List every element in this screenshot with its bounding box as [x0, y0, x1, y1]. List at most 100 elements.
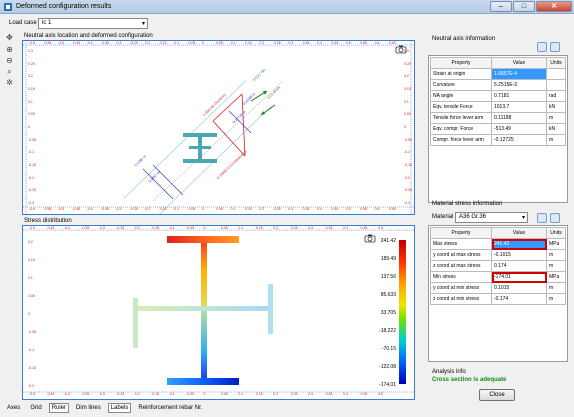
ruler-tick-label-h: -0.15	[158, 207, 167, 211]
view-option-1[interactable]: Grid	[27, 403, 44, 413]
copy-icon[interactable]	[537, 42, 547, 52]
cell-property: z coord at min stress	[430, 293, 492, 305]
table-row[interactable]: y coord at min stress 0.1015 m	[430, 282, 566, 294]
ruler-tick-label-h: 0.5	[345, 207, 351, 211]
ruler-tick-label-v: 0.15	[28, 87, 35, 91]
table-row[interactable]: Compr. force lever arm -0.12725 m	[430, 134, 566, 146]
ruler-tick-label-v: -0.1	[404, 150, 411, 155]
ruler-tick-label-v: -0.2	[28, 384, 35, 388]
table-row[interactable]: Min stress -174.01 MPa	[430, 271, 566, 283]
zoom-out-icon[interactable]: ⊖	[5, 56, 14, 65]
camera-icon[interactable]	[395, 44, 407, 54]
close-button[interactable]: Close	[479, 389, 515, 401]
table-row[interactable]: Tensile force lever arm 0.11188 m	[430, 112, 566, 124]
ruler-tick-label-h: 0.35	[302, 41, 310, 45]
table-row[interactable]: z coord at min stress -0.174 m	[430, 293, 566, 305]
table-row[interactable]: NA angle 0.7181 rad	[430, 90, 566, 102]
table-row[interactable]: Strain at origin 1.6857E-4	[430, 68, 566, 80]
ruler-tick-label-h: -0.1	[173, 207, 180, 211]
bottom-plot-title: Stress distribution	[24, 218, 72, 224]
colorbar-tick-label: -174.01	[379, 382, 396, 388]
ruler-tick-label-h: 0.5	[345, 41, 351, 45]
ruler-tick-label-h: 0.35	[325, 392, 333, 396]
ruler-tick-label-h: -0.35	[81, 392, 90, 396]
load-case-select[interactable]: lc 1 ▾	[38, 18, 148, 29]
neutral-axis-plot[interactable]: 1.35E+01 (Tension) -5.7606E-4 (Compressi…	[22, 40, 415, 215]
ruler-tick-label-h: -0.35	[101, 41, 109, 45]
minimize-icon[interactable]: –	[490, 1, 512, 12]
cell-property: Eqv. compr. Force	[430, 123, 492, 135]
ruler-tick-label-v: 0.25	[28, 61, 35, 66]
table-row[interactable]: z coord at max stress 0.174 m	[430, 260, 566, 272]
ruler-tick-label-h: 0.45	[360, 392, 368, 396]
cell-value: 0.11188	[491, 112, 547, 124]
ruler-tick-label-h: 0.4	[317, 207, 322, 211]
ruler-tick-label-h: -0.25	[129, 41, 138, 45]
ruler-tick-label-h: -0.5	[57, 41, 64, 45]
ruler-tick-label-h: -0.05	[187, 41, 196, 45]
cell-property: NA angle	[430, 90, 492, 102]
export-icon[interactable]	[550, 213, 560, 223]
view-option-4[interactable]: Labels	[107, 403, 132, 413]
camera-icon[interactable]	[364, 233, 376, 243]
ruler-tick-label-h: 0.4	[343, 392, 348, 396]
ruler-tick-label-h: -0.4	[63, 226, 70, 230]
ruler-tick-label-v: -0.3	[28, 201, 35, 205]
ruler-tick-label-h: -0.2	[133, 226, 140, 230]
ruler-tick-label-v: -0.05	[28, 330, 36, 334]
material-select[interactable]: A36 Gr.36 ▾	[455, 212, 528, 223]
table-row[interactable]: y coord at max stress -0.1015 m	[430, 249, 566, 261]
ruler-tick-label-h: 0.2	[273, 392, 279, 396]
maximize-icon[interactable]: □	[513, 1, 535, 12]
ruler-tick-label-h: 0.15	[245, 207, 252, 211]
ruler-tick-label-v: 0.05	[404, 112, 411, 117]
zoom-extents-icon[interactable]: ✲	[5, 78, 14, 87]
zoom-in-icon[interactable]: ⊕	[5, 45, 14, 54]
view-option-2[interactable]: Ruler	[48, 403, 70, 413]
copy-icon[interactable]	[537, 213, 547, 223]
load-case-value: lc 1	[42, 20, 52, 26]
cell-value: -513.49	[491, 123, 547, 135]
ruler-tick-label-v: -0.25	[28, 188, 36, 193]
pan-icon[interactable]: ✥	[5, 33, 14, 42]
view-option-0[interactable]: Axes	[4, 403, 23, 413]
cell-property: Eqv. tensile Force	[430, 101, 492, 113]
view-option-5[interactable]: Reinforcement rebar Nr.	[135, 403, 205, 413]
ruler-tick-label-h: -0.4	[86, 41, 93, 45]
cell-units: MPa	[546, 271, 566, 283]
cell-value: -0.1015	[491, 249, 547, 261]
cell-property: y coord at max stress	[430, 249, 492, 261]
cell-property: Tensile force lever arm	[430, 112, 492, 124]
ruler-tick-label-h: 0.3	[288, 41, 294, 45]
table-row[interactable]: Eqv. compr. Force -513.49 kN	[430, 123, 566, 135]
ruler-tick-label-h: 0.55	[360, 41, 367, 45]
app-icon	[4, 3, 12, 11]
close-window-icon[interactable]: ✕	[536, 1, 572, 12]
col-property: Property	[430, 57, 492, 69]
ruler-tick-label-h: 0.15	[245, 41, 252, 45]
ruler-tick-label-v: -0.05	[404, 137, 412, 142]
export-icon[interactable]	[550, 42, 560, 52]
table-row[interactable]: Max stress 241.42 MPa	[430, 238, 566, 250]
colorbar-tick-label: 137.56	[380, 274, 396, 280]
ruler-tick-label-v: 0.05	[28, 294, 35, 298]
ruler-tick-label-h: -0.1	[168, 392, 175, 396]
neutral-axis-info-title: Neutral axis information	[432, 36, 496, 42]
stress-distribution-plot[interactable]: -0.5 -0.45 -0.4 -0.35 -0.3 -0.25 -0.2 -0.15 -0.1…	[22, 225, 415, 400]
view-option-3[interactable]: Dim lines	[73, 403, 104, 413]
ruler-tick-label-h: 0.05	[220, 226, 228, 230]
cell-value: 241.42	[491, 238, 547, 250]
ruler-tick-label-h: 0.5	[378, 226, 383, 230]
ruler-tick-label-h: 0.25	[273, 41, 281, 45]
table-row[interactable]: Eqv. tensile Force 1013.7 kN	[430, 101, 566, 113]
ruler-tick-label-h: -0.5	[29, 226, 36, 230]
ruler-tick-label-h: -0.45	[72, 207, 81, 211]
ruler-tick-label-v: -0.05	[28, 137, 36, 142]
material-stress-table: Property Value Units Max stress 241.42 MPa y …	[430, 227, 566, 305]
ruler-tick-label-v: -0.25	[404, 188, 412, 193]
cell-value: -0.12725	[491, 134, 547, 146]
table-row[interactable]: Curvature 5.2515E-3	[430, 79, 566, 91]
load-case-label: Load case	[9, 20, 37, 26]
zoom-window-icon[interactable]: ⌕	[5, 67, 14, 76]
ruler-tick-label-h: -0.3	[115, 41, 122, 45]
